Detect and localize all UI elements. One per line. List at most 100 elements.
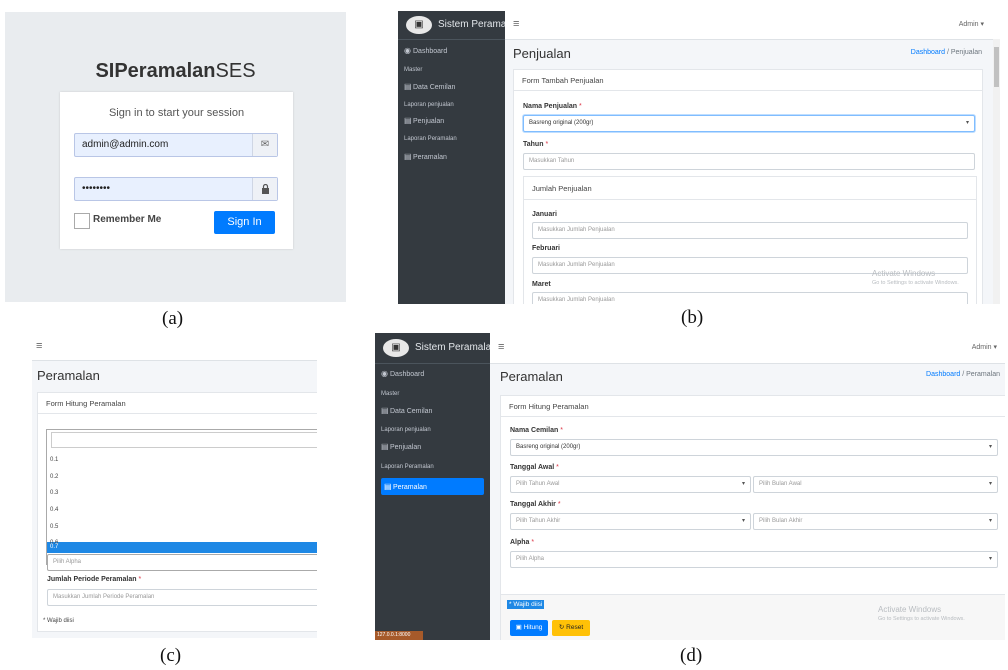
chevron-down-icon: ▾ xyxy=(965,120,969,126)
breadcrumb-dashboard-link[interactable]: Dashboard xyxy=(911,49,945,56)
table-icon: ▤ xyxy=(404,82,412,91)
top-navbar: ≡ Admin ▾ xyxy=(505,11,1000,40)
menu-toggle-icon[interactable]: ≡ xyxy=(513,18,519,30)
alpha-option[interactable]: 0.5 xyxy=(50,524,58,530)
sidebar-item-dashboard[interactable]: ◉ Dashboard xyxy=(381,369,484,385)
activate-windows-subtitle: Go to Settings to activate Windows. xyxy=(878,616,965,622)
maret-input[interactable]: Masukkan Jumlah Penjualan xyxy=(532,292,968,304)
activate-windows-title: Activate Windows xyxy=(878,605,942,614)
sidebar-item-dashboard[interactable]: ◉ Dashboard xyxy=(404,46,499,62)
bulan-akhir-select[interactable]: Pilih Bulan Akhir ▾ xyxy=(753,513,998,530)
table-icon: ▤ xyxy=(404,152,412,161)
sign-in-button[interactable]: Sign In xyxy=(214,211,275,234)
form-card: Form Hitung Peramalan Nama Cemilan * Bas… xyxy=(500,395,1005,640)
activate-windows-title: Activate Windows xyxy=(872,269,936,278)
top-navbar: ≡ Admin ▾ xyxy=(490,333,1005,364)
januari-input[interactable]: Masukkan Jumlah Penjualan xyxy=(532,222,968,239)
sidebar-item-penjualan[interactable]: ▤Penjualan xyxy=(381,442,484,458)
required-note: * Wajib diisi xyxy=(507,600,545,609)
table-icon: ▤ xyxy=(384,482,392,491)
password-value: •••••••• xyxy=(82,183,111,194)
envelope-icon: ✉ xyxy=(252,134,277,156)
dropdown-selected-highlight[interactable] xyxy=(47,542,317,553)
table-icon: ▤ xyxy=(404,116,412,125)
status-url: 127.0.0.1:8000 xyxy=(375,631,423,640)
hitung-button[interactable]: ▣ Hitung xyxy=(510,620,548,636)
remember-label: Remember Me xyxy=(93,214,162,225)
sidebar: ▣ Sistem Peramalan ◉ Dashboard Master ▤Da… xyxy=(398,11,520,304)
alpha-option[interactable]: 0.2 xyxy=(50,474,58,480)
alpha-select[interactable]: Pilih Alpha xyxy=(47,554,317,571)
top-navbar: ≡ xyxy=(32,336,317,361)
save-icon: ▣ xyxy=(515,624,522,631)
required-note: * Wajib diisi xyxy=(43,618,74,624)
email-field[interactable]: admin@admin.com ✉ xyxy=(74,133,278,157)
sidebar-brand[interactable]: ▣ Sistem Peramalan xyxy=(375,333,497,364)
nama-penjualan-select[interactable]: Basreng original (200gr) ▾ xyxy=(523,115,975,132)
sidebar-header-laporan-peramalan: Laporan Peramalan xyxy=(381,464,434,470)
card-header: Form Tambah Penjualan xyxy=(514,70,982,91)
sidebar-header-laporan-penjualan: Laporan penjualan xyxy=(404,102,454,108)
alpha-option-selected[interactable]: 0.7 xyxy=(50,544,58,550)
menu-toggle-icon[interactable]: ≡ xyxy=(36,340,42,352)
chevron-down-icon: ▾ xyxy=(988,518,992,524)
login-panel: SIPeramalanSES Sign in to start your ses… xyxy=(5,12,346,302)
sidebar: ▣ Sistem Peramalan ◉ Dashboard Master ▤Da… xyxy=(375,333,497,640)
app-logo-icon: ▣ xyxy=(406,16,432,34)
sidebar-header-laporan-penjualan: Laporan penjualan xyxy=(381,427,431,433)
remember-checkbox[interactable] xyxy=(74,213,90,229)
breadcrumb: Dashboard / Penjualan xyxy=(910,49,982,56)
menu-toggle-icon[interactable]: ≡ xyxy=(498,341,504,353)
sidebar-item-peramalan[interactable]: ▤Peramalan xyxy=(404,152,499,168)
tahun-awal-select[interactable]: Pilih Tahun Awal ▾ xyxy=(510,476,751,493)
caption-d: (d) xyxy=(680,645,703,666)
alpha-option[interactable]: 0.3 xyxy=(50,490,58,496)
alpha-select[interactable]: Pilih Alpha ▾ xyxy=(510,551,998,568)
alpha-label: Alpha * xyxy=(510,539,535,546)
tahun-label: Tahun * xyxy=(523,141,549,148)
periode-label: Jumlah Periode Peramalan * xyxy=(47,576,142,583)
chevron-down-icon: ▾ xyxy=(988,481,992,487)
app-logo-icon: ▣ xyxy=(383,339,409,357)
chevron-down-icon: ▾ xyxy=(988,444,992,450)
januari-label: Januari xyxy=(532,211,557,218)
password-field[interactable]: •••••••• xyxy=(74,177,278,201)
card-header: Form Hitung Peramalan xyxy=(501,396,1005,417)
chevron-down-icon: ▾ xyxy=(741,481,745,487)
caption-a: (a) xyxy=(162,308,184,329)
sidebar-item-data-cemilan[interactable]: ▤Data Cemilan xyxy=(381,406,484,422)
februari-label: Februari xyxy=(532,245,561,252)
sidebar-item-data-cemilan[interactable]: ▤Data Cemilan xyxy=(404,82,499,98)
bulan-awal-select[interactable]: Pilih Bulan Awal ▾ xyxy=(753,476,998,493)
dropdown-search-box[interactable] xyxy=(51,432,317,448)
user-menu[interactable]: Admin ▾ xyxy=(959,20,984,28)
sidebar-brand[interactable]: ▣ Sistem Peramalan xyxy=(398,11,520,40)
nama-cemilan-select[interactable]: Basreng original (200gr) ▾ xyxy=(510,439,998,456)
login-brand: SIPeramalanSES xyxy=(95,60,256,82)
caption-c: (c) xyxy=(160,645,182,666)
breadcrumb-dashboard-link[interactable]: Dashboard xyxy=(926,371,960,378)
email-value: admin@admin.com xyxy=(82,139,169,150)
tanggal-akhir-label: Tanggal Akhir * xyxy=(510,501,561,508)
alpha-option[interactable]: 0.4 xyxy=(50,507,58,513)
penjualan-panel: ▣ Sistem Peramalan ◉ Dashboard Master ▤Da… xyxy=(398,11,1000,304)
login-card: Sign in to start your session admin@admi… xyxy=(60,92,293,249)
scrollbar-thumb[interactable] xyxy=(994,47,999,87)
tahun-akhir-select[interactable]: Pilih Tahun Akhir ▾ xyxy=(510,513,751,530)
scrollbar[interactable] xyxy=(993,39,1000,304)
reset-button[interactable]: ↻ Reset xyxy=(552,620,590,636)
alpha-option[interactable]: 0.1 xyxy=(50,457,58,463)
page-title: Peramalan xyxy=(37,368,100,383)
form-card: Form Hitung Peramalan 0.1 0.2 0.3 0.4 0.… xyxy=(37,392,317,632)
card-header: Form Hitung Peramalan xyxy=(38,393,317,414)
app-title: Sistem Peramalan xyxy=(415,342,497,353)
user-menu[interactable]: Admin ▾ xyxy=(972,343,997,351)
dashboard-icon: ◉ xyxy=(404,46,411,55)
chevron-down-icon: ▾ xyxy=(741,518,745,524)
caption-b: (b) xyxy=(681,307,704,328)
sidebar-item-peramalan[interactable]: ▤Peramalan xyxy=(381,478,484,495)
sidebar-item-penjualan[interactable]: ▤Penjualan xyxy=(404,116,499,132)
tahun-input[interactable]: Masukkan Tahun xyxy=(523,153,975,170)
page-title: Peramalan xyxy=(500,369,563,384)
periode-input[interactable]: Masukkan Jumlah Periode Peramalan xyxy=(47,589,317,606)
